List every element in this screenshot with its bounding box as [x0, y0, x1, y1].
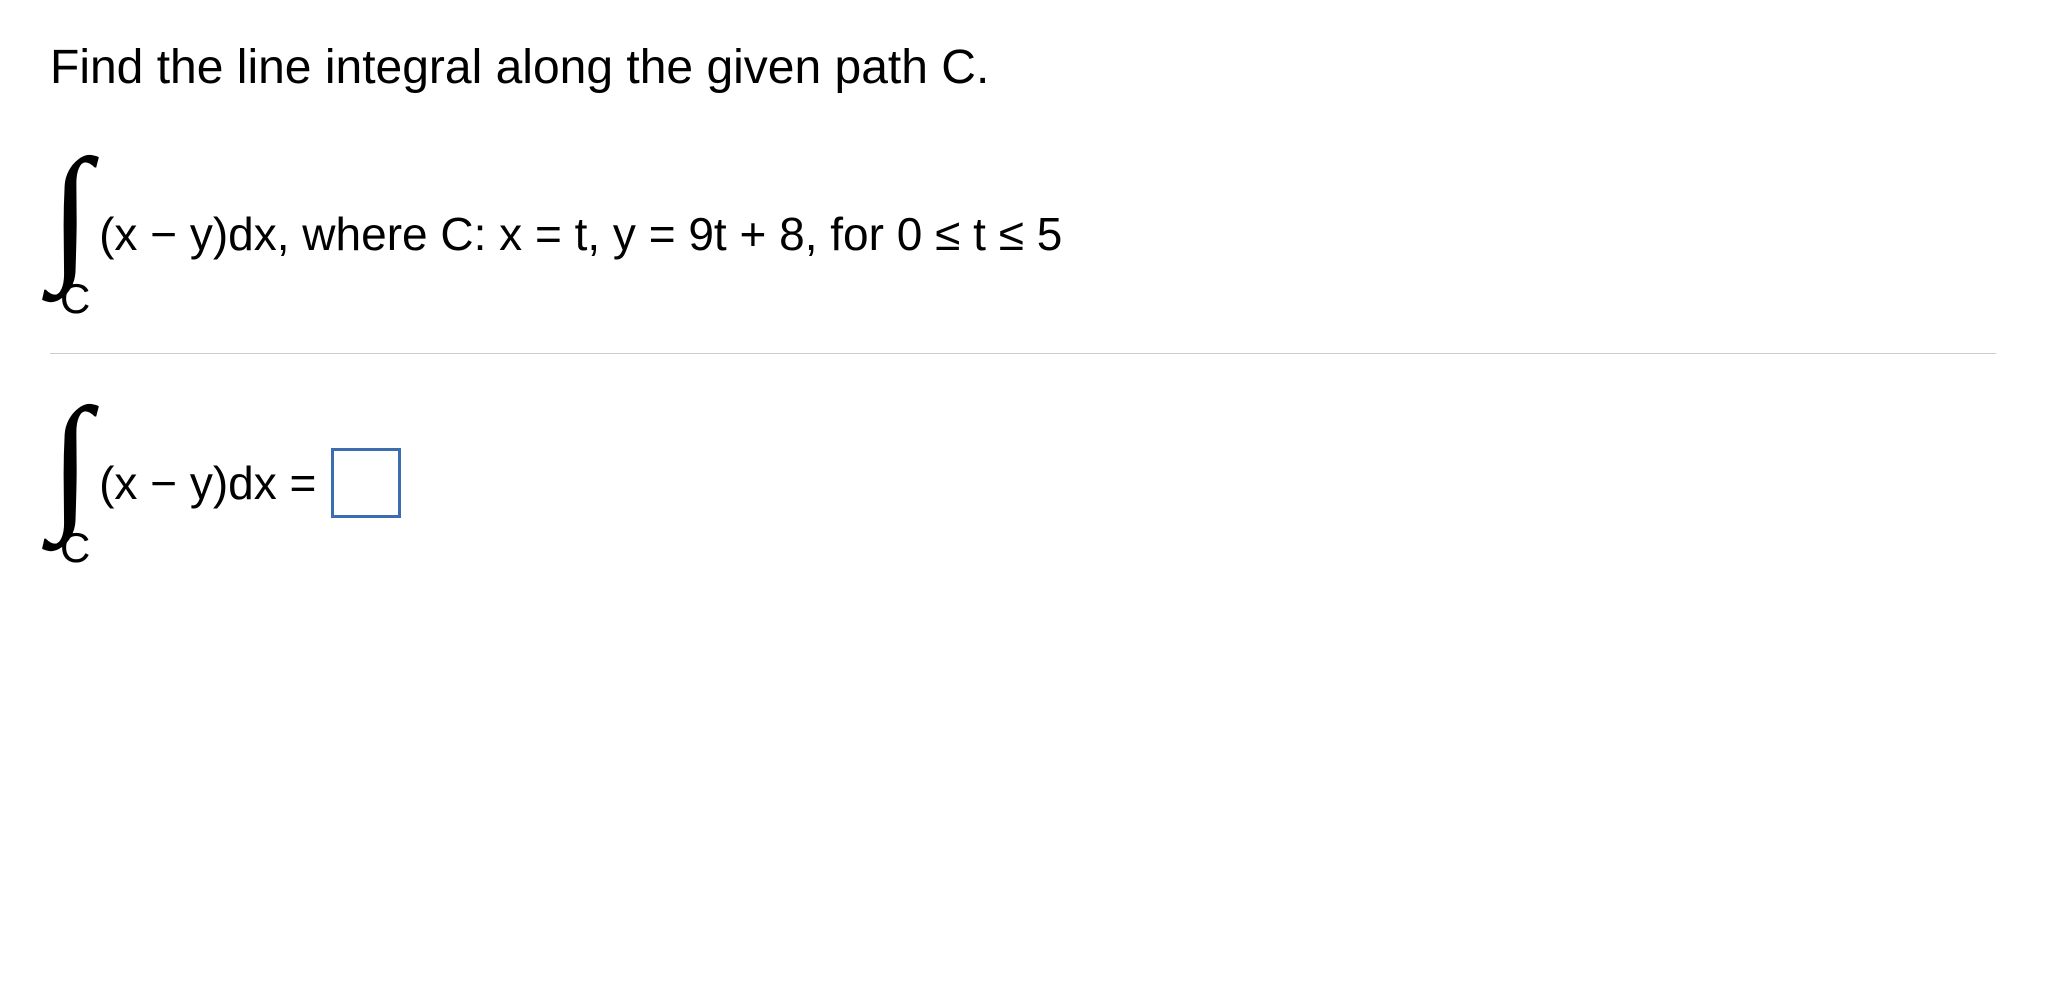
integral-sign-icon: ∫	[50, 394, 91, 529]
answer-input-box[interactable]	[331, 448, 401, 518]
question-prompt: Find the line integral along the given p…	[50, 40, 1996, 95]
integral-symbol-wrapper: ∫ C	[50, 394, 91, 572]
integrand-text: (x − y)dx	[99, 207, 277, 261]
integral-sign-icon: ∫	[50, 145, 91, 280]
answer-expression: (x − y)dx =	[99, 448, 401, 518]
section-divider	[50, 353, 1996, 354]
integral-bound: C	[60, 524, 90, 572]
integral-expression: (x − y)dx , where C: x = t, y = 9t + 8, …	[99, 207, 1062, 261]
where-clause: , where C: x = t, y = 9t + 8, for 0 ≤ t …	[277, 207, 1063, 261]
integral-symbol-wrapper: ∫ C	[50, 145, 91, 323]
question-integral-row: ∫ C (x − y)dx , where C: x = t, y = 9t +…	[50, 145, 1996, 323]
answer-integrand-text: (x − y)dx =	[99, 456, 316, 510]
integral-bound: C	[60, 275, 90, 323]
answer-integral-row: ∫ C (x − y)dx =	[50, 394, 1996, 572]
